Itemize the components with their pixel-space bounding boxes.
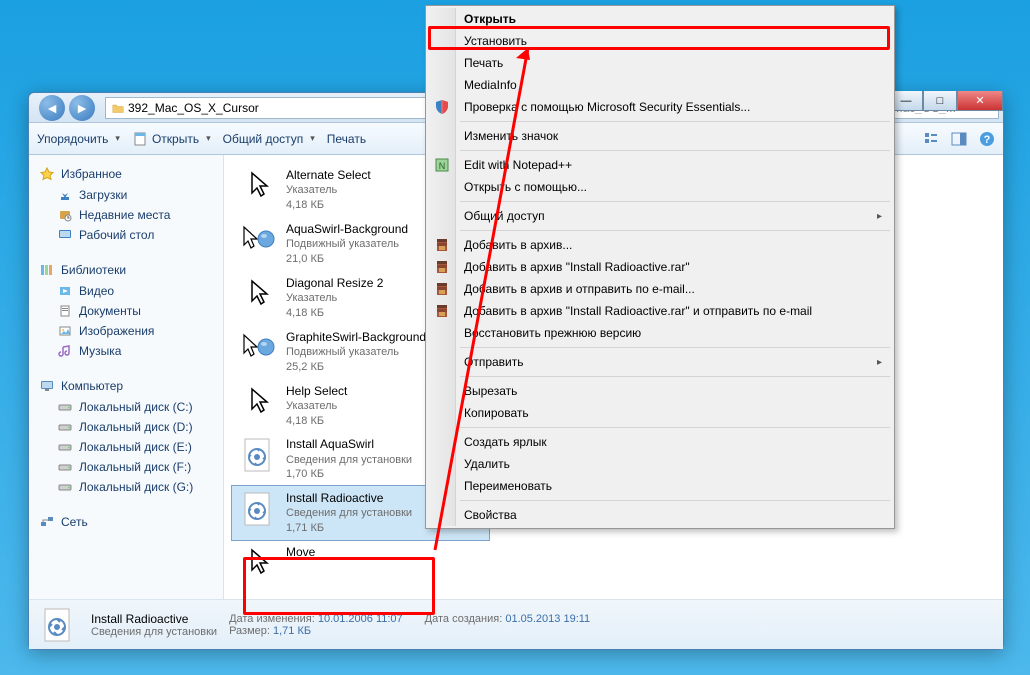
maximize-button[interactable]: □ — [923, 91, 957, 111]
sidebar-item[interactable]: Рабочий стол — [29, 225, 223, 245]
sidebar-item[interactable]: Локальный диск (G:) — [29, 477, 223, 497]
cursor-icon — [238, 275, 278, 315]
context-menu-item[interactable]: Проверка с помощью Microsoft Security Es… — [428, 96, 892, 118]
network-header[interactable]: Сеть — [29, 511, 223, 533]
context-menu-item[interactable]: Копировать — [428, 402, 892, 424]
context-menu-item[interactable]: Добавить в архив "Install Radioactive.ra… — [428, 300, 892, 322]
image-icon — [57, 323, 73, 339]
rar-icon — [434, 259, 450, 275]
disk-icon — [57, 459, 73, 475]
shield-icon — [434, 99, 450, 115]
disk-icon — [57, 479, 73, 495]
recent-icon — [57, 207, 73, 223]
context-menu-item[interactable]: Установить — [428, 30, 892, 52]
inf-icon — [39, 605, 79, 645]
cursor-icon — [238, 383, 278, 423]
favorites-header[interactable]: Избранное — [29, 163, 223, 185]
desktop-icon — [57, 227, 73, 243]
disk-icon — [57, 439, 73, 455]
ani-icon — [238, 221, 278, 261]
inf-icon — [238, 436, 278, 476]
context-menu-item[interactable]: MediaInfo — [428, 74, 892, 96]
sidebar-item[interactable]: Недавние места — [29, 205, 223, 225]
rar-icon — [434, 237, 450, 253]
context-menu-item[interactable]: NEdit with Notepad++ — [428, 154, 892, 176]
star-icon — [39, 166, 55, 182]
notepad-icon — [132, 131, 148, 147]
doc-icon — [57, 303, 73, 319]
ani-icon — [238, 329, 278, 369]
video-icon — [57, 283, 73, 299]
print-button[interactable]: Печать — [327, 132, 366, 146]
context-menu-item[interactable]: Открыть — [428, 8, 892, 30]
file-item[interactable]: Move — [232, 540, 489, 588]
libraries-icon — [39, 262, 55, 278]
context-menu-item[interactable]: Добавить в архив... — [428, 234, 892, 256]
context-menu-item[interactable]: Добавить в архив и отправить по e-mail..… — [428, 278, 892, 300]
organize-button[interactable]: Упорядочить — [37, 132, 120, 146]
svg-text:N: N — [439, 161, 446, 171]
cursor-icon — [238, 167, 278, 207]
context-menu-item[interactable]: Отправить — [428, 351, 892, 373]
share-button[interactable]: Общий доступ — [223, 132, 315, 146]
context-menu-item[interactable]: Восстановить прежнюю версию — [428, 322, 892, 344]
sidebar-item[interactable]: Локальный диск (F:) — [29, 457, 223, 477]
music-icon — [57, 343, 73, 359]
status-filename: Install Radioactive — [91, 612, 217, 626]
close-button[interactable]: ✕ — [957, 91, 1003, 111]
disk-icon — [57, 419, 73, 435]
rar-icon — [434, 281, 450, 297]
context-menu-item[interactable]: Открыть с помощью... — [428, 176, 892, 198]
svg-text:?: ? — [984, 134, 991, 146]
context-menu: ОткрытьУстановитьПечатьMediaInfoПроверка… — [425, 5, 895, 529]
context-menu-item[interactable]: Удалить — [428, 453, 892, 475]
view-button[interactable] — [923, 131, 939, 147]
open-button[interactable]: Открыть — [132, 131, 211, 147]
preview-pane-button[interactable] — [951, 131, 967, 147]
status-filetype: Сведения для установки — [91, 626, 217, 638]
sidebar-item[interactable]: Локальный диск (C:) — [29, 397, 223, 417]
forward-button[interactable]: ► — [69, 95, 95, 121]
statusbar: Install Radioactive Сведения для установ… — [29, 599, 1003, 649]
context-menu-item[interactable]: Печать — [428, 52, 892, 74]
context-menu-item[interactable]: Создать ярлык — [428, 431, 892, 453]
sidebar-item[interactable]: Загрузки — [29, 185, 223, 205]
context-menu-item[interactable]: Изменить значок — [428, 125, 892, 147]
back-button[interactable]: ◄ — [39, 95, 65, 121]
sidebar-item[interactable]: Документы — [29, 301, 223, 321]
computer-icon — [39, 378, 55, 394]
sidebar-item[interactable]: Локальный диск (D:) — [29, 417, 223, 437]
network-icon — [39, 514, 55, 530]
navigation-pane: Избранное ЗагрузкиНедавние местаРабочий … — [29, 155, 224, 599]
context-menu-item[interactable]: Добавить в архив "Install Radioactive.ra… — [428, 256, 892, 278]
context-menu-item[interactable]: Вырезать — [428, 380, 892, 402]
disk-icon — [57, 399, 73, 415]
rar-icon — [434, 303, 450, 319]
folder-icon — [112, 100, 128, 116]
help-button[interactable]: ? — [979, 131, 995, 147]
sidebar-item[interactable]: Локальный диск (E:) — [29, 437, 223, 457]
sidebar-item[interactable]: Музыка — [29, 341, 223, 361]
download-icon — [57, 187, 73, 203]
npp-icon: N — [434, 157, 450, 173]
cursor-icon — [238, 544, 278, 584]
context-menu-item[interactable]: Свойства — [428, 504, 892, 526]
computer-header[interactable]: Компьютер — [29, 375, 223, 397]
libraries-header[interactable]: Библиотеки — [29, 259, 223, 281]
sidebar-item[interactable]: Видео — [29, 281, 223, 301]
context-menu-item[interactable]: Общий доступ — [428, 205, 892, 227]
inf-icon — [238, 490, 278, 530]
address-path: 392_Mac_OS_X_Cursor — [128, 101, 259, 115]
context-menu-item[interactable]: Переименовать — [428, 475, 892, 497]
sidebar-item[interactable]: Изображения — [29, 321, 223, 341]
